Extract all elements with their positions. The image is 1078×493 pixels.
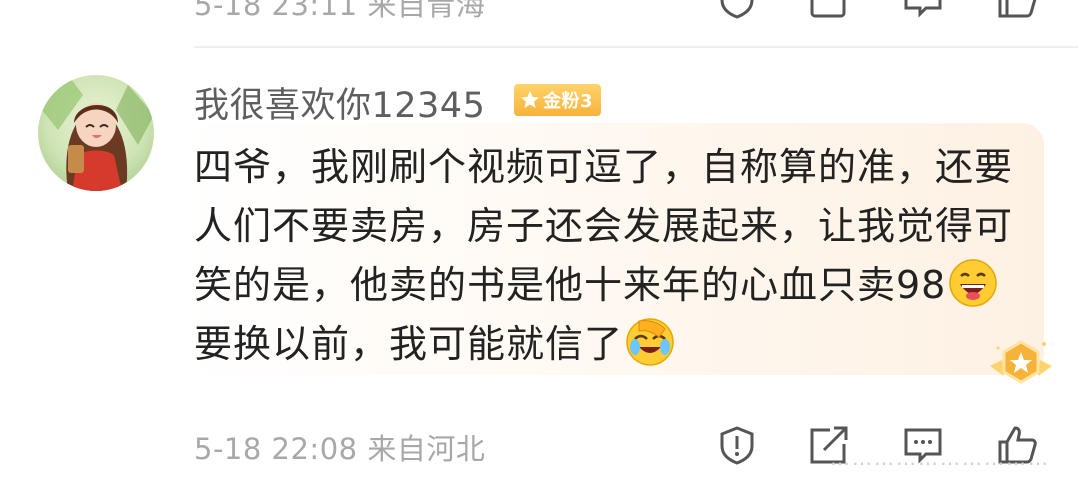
comment-divider	[194, 46, 1078, 48]
like-icon[interactable]	[996, 0, 1038, 20]
fan-level-decoration-icon	[990, 340, 1052, 384]
grin-emoji-icon	[949, 259, 998, 307]
comment-text: 四爷，我刚刷个视频可逗了，自称算的准，还要人们不要卖房，房子还会发展起来，让我觉…	[194, 138, 1014, 374]
report-icon[interactable]	[716, 0, 758, 20]
facepalm-laugh-emoji-icon	[626, 318, 674, 366]
previous-comment-footer: 5-18 23:11 来自青海	[0, 0, 1078, 22]
report-icon[interactable]	[716, 424, 758, 466]
comment-screen: 5-18 23:11 来自青海 我很喜欢你12345 金粉3 四爷，我刚刷个视频…	[0, 0, 1078, 493]
comment-icon[interactable]	[902, 0, 944, 20]
fan-badge[interactable]: 金粉3	[514, 84, 602, 116]
previous-comment-meta: 5-18 23:11 来自青海	[194, 0, 486, 22]
star-badge-icon	[521, 91, 539, 108]
comment-text-part-1: 四爷，我刚刷个视频可逗了，自称算的准，还要人们不要卖房，房子还会发展起来，让我觉…	[194, 145, 1014, 307]
avatar-illustration	[38, 75, 154, 191]
watermark: …………………………	[830, 446, 1050, 470]
badge-label: 金粉3	[543, 91, 594, 112]
username[interactable]: 我很喜欢你12345	[194, 77, 485, 128]
share-icon[interactable]	[808, 0, 850, 20]
avatar[interactable]	[38, 75, 154, 191]
comment-text-part-2: 要换以前，我可能就信了	[194, 322, 624, 366]
comment-meta: 5-18 22:08 来自河北	[194, 432, 486, 466]
